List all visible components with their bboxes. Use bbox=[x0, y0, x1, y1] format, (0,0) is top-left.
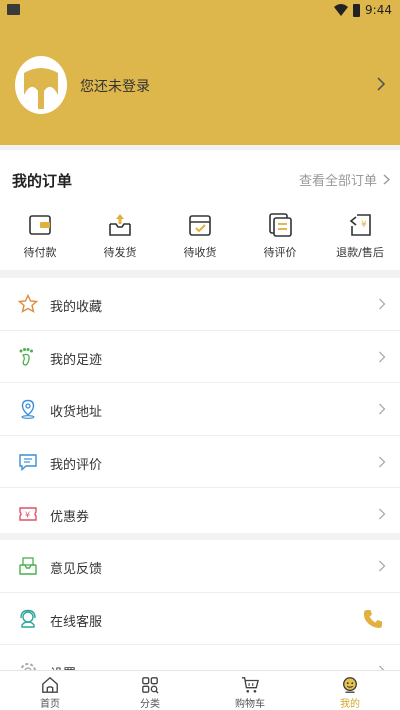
status-bar: 9:44 bbox=[0, 0, 400, 22]
chevron-right-icon bbox=[383, 174, 390, 185]
location-pin-icon bbox=[21, 399, 35, 419]
tab-mine[interactable]: 我的 bbox=[300, 671, 400, 710]
bottom-tab-bar: 首页 分类 购物车 我的 bbox=[0, 670, 400, 710]
box-upload-icon bbox=[109, 214, 131, 236]
phone-icon[interactable] bbox=[362, 608, 384, 630]
headset-icon bbox=[20, 609, 36, 628]
menu-item-customer-service[interactable]: 在线客服 bbox=[0, 593, 400, 645]
menu-item-label: 我的收藏 bbox=[50, 300, 103, 315]
menu-item-feedback[interactable]: 意见反馈 bbox=[0, 540, 400, 593]
menu-item-coupons[interactable]: ¥ 优惠券 bbox=[0, 488, 400, 541]
menu-list-1: 我的收藏 我的足迹 收货地址 我的评价 ¥ 优惠券 bbox=[0, 278, 400, 533]
tab-label: 首页 bbox=[40, 699, 60, 710]
home-icon bbox=[42, 676, 58, 693]
tab-label: 购物车 bbox=[235, 699, 265, 710]
chevron-right-icon bbox=[379, 456, 386, 467]
menu-item-label: 在线客服 bbox=[50, 614, 103, 630]
gear-icon bbox=[20, 663, 36, 670]
profile-header: 9:44 您还未登录 bbox=[0, 0, 400, 145]
menu-item-label: 收货地址 bbox=[50, 405, 103, 420]
category-icon bbox=[142, 677, 159, 694]
view-all-orders-label[interactable]: 查看全部订单 bbox=[299, 170, 377, 189]
box-check-icon bbox=[189, 215, 211, 236]
menu-item-label: 我的评价 bbox=[50, 457, 103, 473]
menu-item-addresses[interactable]: 收货地址 bbox=[0, 383, 400, 436]
svg-text:¥: ¥ bbox=[361, 220, 367, 230]
chat-icon bbox=[19, 453, 37, 471]
order-label: 待发货 bbox=[103, 246, 137, 259]
login-row[interactable]: 您还未登录 bbox=[0, 55, 400, 117]
menu-item-my-reviews[interactable]: 我的评价 bbox=[0, 436, 400, 488]
chevron-right-icon[interactable] bbox=[376, 77, 386, 91]
order-refund-aftersale[interactable]: ¥ 退款/售后 bbox=[320, 212, 400, 262]
chevron-right-icon bbox=[379, 403, 386, 415]
tab-label: 我的 bbox=[340, 699, 360, 710]
order-label: 待评价 bbox=[263, 246, 297, 259]
wifi-icon bbox=[334, 4, 349, 16]
chevron-right-icon bbox=[379, 298, 386, 310]
star-icon bbox=[18, 294, 38, 313]
clock: 9:44 bbox=[365, 3, 392, 17]
menu-item-settings[interactable]: 设置 bbox=[0, 645, 400, 670]
order-label: 待付款 bbox=[23, 246, 57, 259]
menu-list-2: 意见反馈 在线客服 设置 bbox=[0, 540, 400, 670]
menu-item-label: 我的足迹 bbox=[50, 352, 103, 368]
svg-text:¥: ¥ bbox=[25, 511, 30, 520]
order-pending-payment[interactable]: 待付款 bbox=[0, 212, 80, 262]
menu-item-label: 优惠券 bbox=[50, 510, 90, 525]
chevron-right-icon bbox=[379, 560, 386, 572]
profile-face-icon bbox=[343, 677, 357, 693]
login-prompt[interactable]: 您还未登录 bbox=[80, 76, 150, 96]
menu-item-footprints[interactable]: 我的足迹 bbox=[0, 331, 400, 383]
status-indicators: 9:44 bbox=[334, 2, 392, 18]
order-pending-receipt[interactable]: 待收货 bbox=[160, 212, 240, 262]
cart-icon bbox=[241, 677, 259, 693]
order-pending-review[interactable]: 待评价 bbox=[240, 212, 320, 262]
order-status-row: 待付款 待发货 待收货 待评价 ¥ 退款/售后 bbox=[0, 212, 400, 262]
wallet-icon bbox=[29, 215, 51, 235]
orders-card: 我的订单 查看全部订单 待付款 待发货 待收货 待评价 ¥ 退款/售后 bbox=[0, 150, 400, 270]
coupon-icon: ¥ bbox=[19, 507, 37, 521]
orders-title: 我的订单 bbox=[12, 172, 73, 190]
menu-item-label: 意见反馈 bbox=[50, 562, 103, 577]
feedback-mail-icon bbox=[19, 557, 37, 575]
tab-cart[interactable]: 购物车 bbox=[200, 671, 300, 710]
tab-category[interactable]: 分类 bbox=[100, 671, 200, 710]
refund-icon: ¥ bbox=[349, 214, 371, 236]
chevron-right-icon bbox=[379, 351, 386, 362]
tab-home[interactable]: 首页 bbox=[0, 671, 100, 710]
footprint-icon bbox=[19, 347, 33, 366]
view-all-orders-link[interactable]: 查看全部订单 bbox=[299, 170, 390, 189]
tab-label: 分类 bbox=[140, 699, 160, 710]
battery-icon bbox=[353, 3, 361, 17]
order-label: 待收货 bbox=[183, 246, 217, 259]
comment-doc-icon bbox=[269, 213, 292, 237]
notification-icon bbox=[7, 4, 20, 15]
chevron-right-icon bbox=[379, 508, 386, 520]
avatar[interactable] bbox=[14, 55, 68, 115]
order-label: 退款/售后 bbox=[336, 246, 384, 259]
menu-item-label: 设置 bbox=[50, 663, 76, 670]
order-pending-shipment[interactable]: 待发货 bbox=[80, 212, 160, 262]
menu-item-favorites[interactable]: 我的收藏 bbox=[0, 278, 400, 331]
